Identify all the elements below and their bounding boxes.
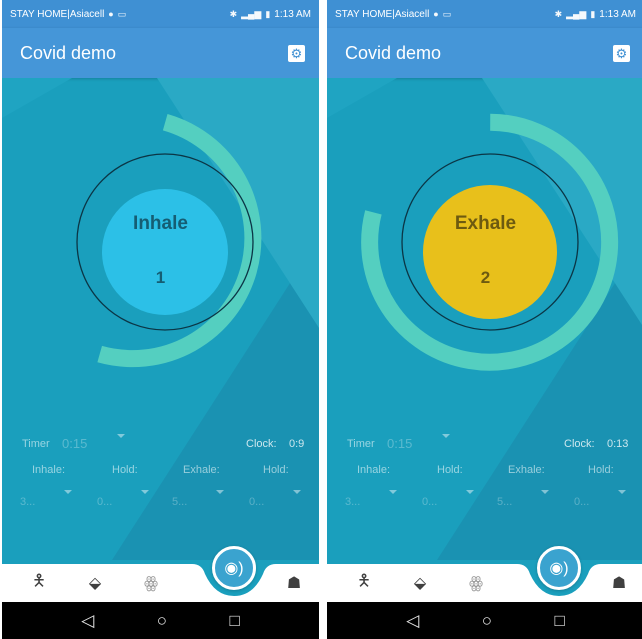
app-title: Covid demo — [20, 42, 117, 63]
recents-button[interactable]: □ — [229, 612, 239, 629]
exhale-header: Exhale: — [183, 464, 220, 476]
signal-icon: ▂▄▆ — [566, 8, 587, 19]
breath-count: 1 — [155, 268, 166, 287]
inhale-circle — [102, 189, 228, 315]
timing-controls: Timer 0:15 Clock: 0:13 Inhale: Hold: Exh… — [327, 428, 642, 560]
notification-icon: ● — [433, 9, 439, 19]
home-button[interactable]: ○ — [482, 612, 492, 629]
bluetooth-icon: ✱ — [229, 8, 238, 19]
app-bar: Covid demo ⚙ — [327, 28, 642, 78]
battery-icon: ▮ — [265, 8, 271, 19]
gallery-icon: ▭ — [117, 8, 127, 19]
back-button[interactable]: ◁ — [81, 612, 94, 629]
app-title: Covid demo — [345, 42, 442, 63]
clock-value: 0:13 — [607, 438, 629, 450]
cough-icon[interactable]: ☗ — [602, 568, 636, 598]
hold-header-1: Hold: — [437, 464, 463, 476]
clock-label: Clock: — [564, 438, 595, 450]
speaker-icon[interactable]: ◉) — [212, 546, 256, 590]
timing-controls: Timer 0:15 Clock: 0:9 Inhale: Hold: Exha… — [2, 428, 319, 560]
carrier-text: STAY HOME|Asiacell — [10, 8, 105, 20]
timer-value[interactable]: 0:15 — [62, 436, 87, 451]
inhale-header: Inhale: — [357, 464, 391, 476]
lungs-icon[interactable]: ꙮ — [459, 568, 493, 598]
breath-phase-label: Exhale — [454, 213, 517, 234]
hold-select-2-caret[interactable] — [618, 490, 626, 494]
system-navigation: ◁ ○ □ — [2, 602, 319, 639]
breath-rings — [76, 114, 262, 368]
cough-icon[interactable]: ☗ — [277, 568, 311, 598]
person-icon[interactable]: 🯅 — [22, 568, 56, 598]
inhale-select-caret[interactable] — [64, 490, 72, 494]
inhale-select[interactable]: 3... — [20, 496, 35, 508]
status-bar: STAY HOME|Asiacell ● ▭ ✱ ▂▄▆ ▮ 1:13 AM — [327, 0, 642, 28]
status-time: 1:13 AM — [599, 8, 636, 20]
hold-header-1: Hold: — [112, 464, 138, 476]
recents-button[interactable]: □ — [554, 612, 564, 629]
hold-select-1-caret[interactable] — [466, 490, 474, 494]
speaker-icon[interactable]: ◉) — [537, 546, 581, 590]
breathing-content: Exhale 2 Timer 0:15 Clock: 0:13 Inhale: … — [327, 78, 642, 560]
battery-icon: ▮ — [590, 8, 596, 19]
phone-screen-right: STAY HOME|Asiacell ● ▭ ✱ ▂▄▆ ▮ 1:13 AM C… — [327, 0, 642, 639]
bottom-navigation: 🯅 ⬙ ꙮ ◉) ☗ — [327, 546, 642, 602]
hold-select-2[interactable]: 0... — [574, 496, 589, 508]
timer-label: Timer — [347, 438, 375, 450]
clock-value: 0:9 — [289, 438, 305, 450]
exhale-select[interactable]: 5... — [172, 496, 187, 508]
notification-icon: ● — [108, 9, 114, 19]
hold-select-1[interactable]: 0... — [422, 496, 437, 508]
timer-dropdown-caret[interactable] — [442, 434, 450, 438]
home-button[interactable]: ○ — [157, 612, 167, 629]
timer-value[interactable]: 0:15 — [387, 436, 412, 451]
exhale-header: Exhale: — [508, 464, 545, 476]
gear-icon[interactable]: ⚙ — [613, 44, 630, 62]
back-button[interactable]: ◁ — [406, 612, 419, 629]
exhale-circle — [423, 185, 557, 319]
breath-phase-label: Inhale — [133, 213, 188, 234]
hold-header-2: Hold: — [588, 464, 614, 476]
person-icon[interactable]: 🯅 — [347, 568, 381, 598]
breathing-indicator: Exhale 2 — [327, 78, 642, 418]
breathing-indicator: Inhale 1 — [2, 78, 319, 418]
gallery-icon: ▭ — [442, 8, 452, 19]
timer-label: Timer — [22, 438, 50, 450]
carrier-text: STAY HOME|Asiacell — [335, 8, 430, 20]
lungs-icon[interactable]: ꙮ — [134, 568, 168, 598]
hold-select-2-caret[interactable] — [293, 490, 301, 494]
gear-icon[interactable]: ⚙ — [288, 44, 305, 62]
breath-rings — [361, 113, 619, 371]
bottom-navigation: 🯅 ⬙ ꙮ ◉) ☗ — [2, 546, 319, 602]
signal-icon: ▂▄▆ — [241, 8, 262, 19]
hold-header-2: Hold: — [263, 464, 289, 476]
breathing-content: Inhale 1 Timer 0:15 Clock: 0:9 Inhale: H… — [2, 78, 319, 560]
bluetooth-icon: ✱ — [554, 8, 563, 19]
status-time: 1:13 AM — [274, 8, 311, 20]
exhale-select-caret[interactable] — [216, 490, 224, 494]
exhale-select[interactable]: 5... — [497, 496, 512, 508]
phone-screen-left: STAY HOME|Asiacell ● ▭ ✱ ▂▄▆ ▮ 1:13 AM C… — [2, 0, 319, 639]
hold-select-2[interactable]: 0... — [249, 496, 264, 508]
system-navigation: ◁ ○ □ — [327, 602, 642, 639]
timer-dropdown-caret[interactable] — [117, 434, 125, 438]
inhale-header: Inhale: — [32, 464, 66, 476]
drop-icon[interactable]: ⬙ — [403, 568, 437, 598]
inhale-select[interactable]: 3... — [345, 496, 360, 508]
app-bar: Covid demo ⚙ — [2, 28, 319, 78]
clock-label: Clock: — [246, 438, 277, 450]
hold-select-1[interactable]: 0... — [97, 496, 112, 508]
drop-icon[interactable]: ⬙ — [78, 568, 112, 598]
hold-select-1-caret[interactable] — [141, 490, 149, 494]
exhale-select-caret[interactable] — [541, 490, 549, 494]
breath-count: 2 — [480, 268, 491, 287]
status-bar: STAY HOME|Asiacell ● ▭ ✱ ▂▄▆ ▮ 1:13 AM — [2, 0, 319, 28]
inhale-select-caret[interactable] — [389, 490, 397, 494]
